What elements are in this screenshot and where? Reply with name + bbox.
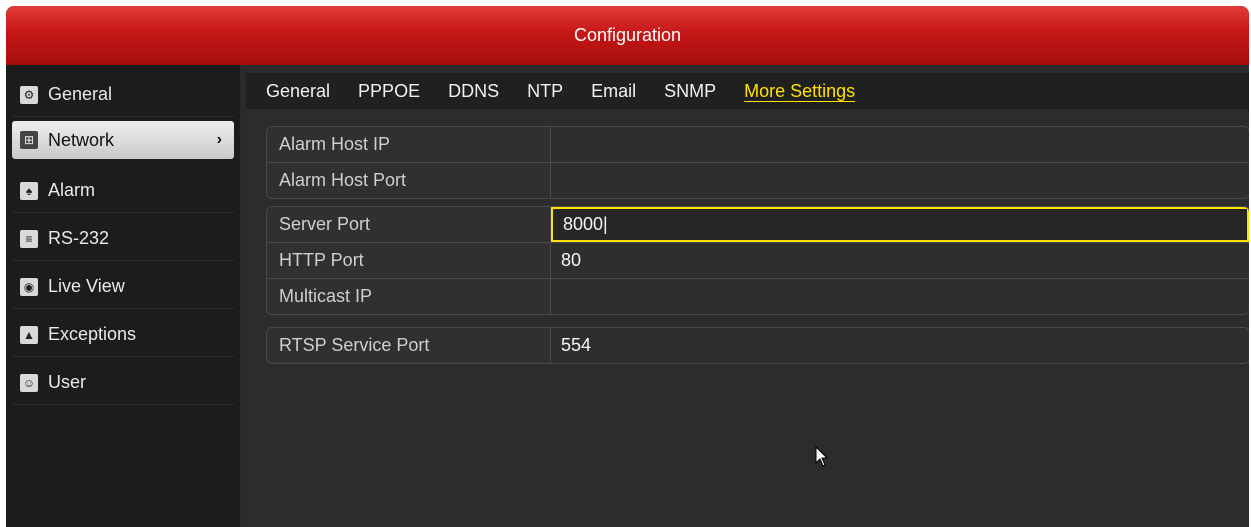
warning-icon: ▲ [20, 325, 38, 344]
rs232-icon: ≡ [20, 229, 38, 248]
multicast-ip-row: Multicast IP [267, 279, 1249, 314]
sidebar: ⚙ General ⊞ Network › ♠ Alarm ≡ RS-232 ◉… [6, 65, 240, 527]
sidebar-item-general[interactable]: ⚙ General [12, 73, 234, 117]
users-icon: ☺ [20, 373, 38, 392]
sidebar-item-label: Alarm [48, 180, 96, 200]
sidebar-item-user[interactable]: ☺ User [12, 361, 234, 405]
configuration-window: Configuration ⚙ General ⊞ Network › ♠ Al… [6, 6, 1249, 527]
rtsp-service-port-label: RTSP Service Port [267, 328, 551, 363]
network-icon: ⊞ [20, 131, 38, 149]
eye-icon: ◉ [20, 277, 38, 296]
ports-group: Server Port 8000| HTTP Port 80 Multicast… [266, 206, 1249, 315]
http-port-input[interactable]: 80 [551, 243, 1249, 278]
main-content: General PPPOE DDNS NTP Email SNMP More S… [246, 65, 1249, 527]
tab-general[interactable]: General [262, 81, 334, 102]
sidebar-item-label: General [48, 84, 113, 104]
sidebar-item-label: User [48, 372, 87, 392]
alarm-host-ip-label: Alarm Host IP [267, 127, 551, 162]
sidebar-item-label: Network [48, 129, 115, 150]
gear-icon: ⚙ [20, 85, 38, 104]
alarm-host-port-input[interactable] [551, 163, 1249, 198]
tab-ddns[interactable]: DDNS [444, 81, 503, 102]
alarm-host-port-row: Alarm Host Port [267, 163, 1249, 198]
server-port-label: Server Port [267, 207, 551, 242]
tab-pppoe[interactable]: PPPOE [354, 81, 424, 102]
sidebar-item-label: RS-232 [48, 228, 110, 248]
rtsp-service-port-input[interactable]: 554 [551, 328, 1249, 363]
sidebar-item-label: Live View [48, 276, 125, 296]
alarm-host-group: Alarm Host IP Alarm Host Port [266, 126, 1249, 199]
tab-ntp[interactable]: NTP [523, 81, 567, 102]
sidebar-item-rs232[interactable]: ≡ RS-232 [12, 217, 234, 261]
alarm-host-ip-row: Alarm Host IP [267, 127, 1249, 163]
mouse-pointer-icon [815, 446, 829, 467]
tab-more-settings[interactable]: More Settings [740, 81, 859, 102]
server-port-row: Server Port 8000| [267, 207, 1249, 243]
sidebar-item-network[interactable]: ⊞ Network › [12, 121, 234, 159]
alarm-host-port-label: Alarm Host Port [267, 163, 551, 198]
alarm-icon: ♠ [20, 181, 38, 200]
http-port-row: HTTP Port 80 [267, 243, 1249, 279]
server-port-input[interactable]: 8000| [551, 207, 1249, 242]
tab-email[interactable]: Email [587, 81, 640, 102]
rtsp-service-port-row: RTSP Service Port 554 [267, 328, 1249, 363]
sidebar-item-exceptions[interactable]: ▲ Exceptions [12, 313, 234, 357]
multicast-ip-input[interactable] [551, 279, 1249, 314]
http-port-label: HTTP Port [267, 243, 551, 278]
multicast-ip-label: Multicast IP [267, 279, 551, 314]
window-title: Configuration [6, 6, 1249, 65]
sidebar-item-alarm[interactable]: ♠ Alarm [12, 169, 234, 213]
tab-bar: General PPPOE DDNS NTP Email SNMP More S… [246, 73, 1249, 109]
chevron-right-icon: › [216, 131, 222, 148]
tab-snmp[interactable]: SNMP [660, 81, 720, 102]
sidebar-item-label: Exceptions [48, 324, 137, 344]
sidebar-item-live-view[interactable]: ◉ Live View [12, 265, 234, 309]
alarm-host-ip-input[interactable] [551, 127, 1249, 162]
rtsp-group: RTSP Service Port 554 [266, 327, 1249, 364]
